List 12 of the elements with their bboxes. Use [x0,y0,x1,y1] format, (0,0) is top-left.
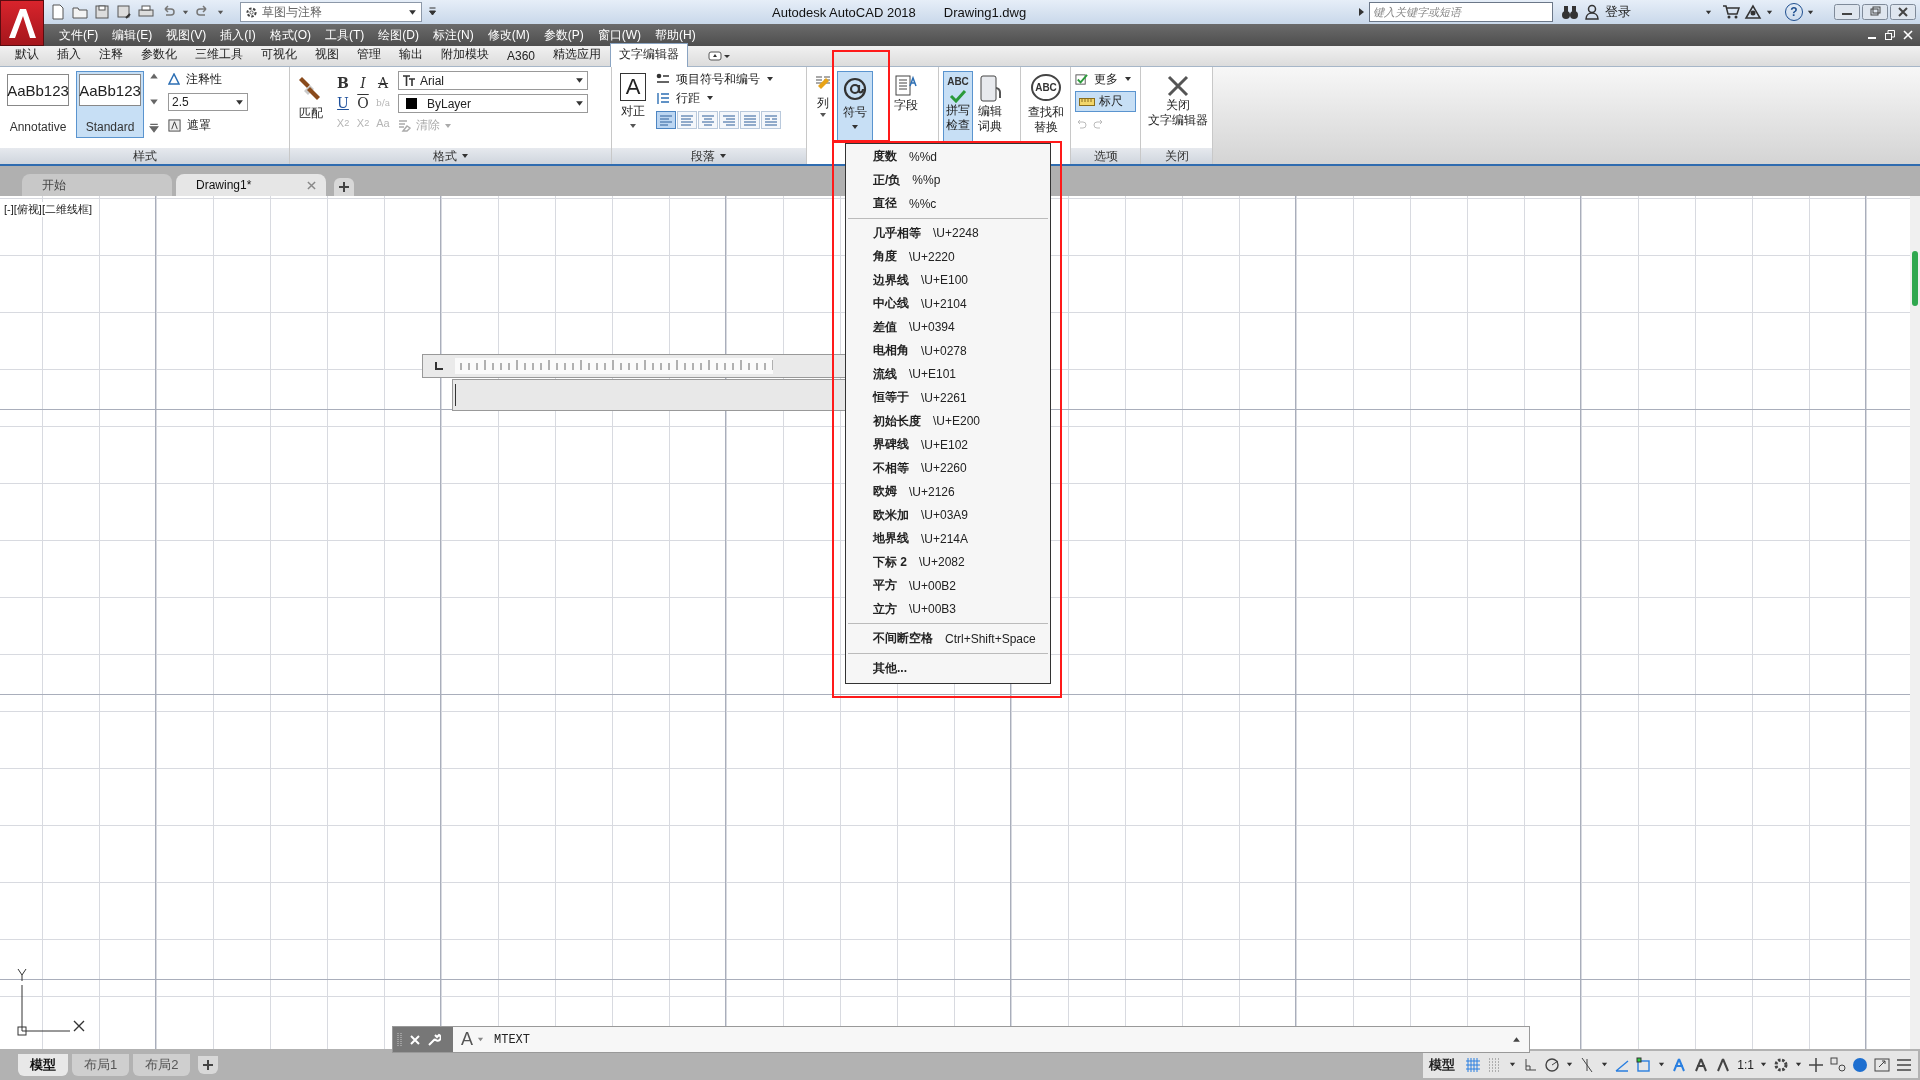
workspace-name: 草图与注释 [262,3,323,21]
style-sample: AaBb123 [7,74,69,106]
style-name: Annotative [9,120,67,134]
justify-glyph: A [620,73,646,101]
file-name: Drawing1.dwg [943,4,1027,20]
window-title: Autodesk AutoCAD 2018 [772,4,916,20]
style-sample: AaBb123 [79,74,141,106]
style-name: Standard [85,120,135,134]
panel-title: 关闭 [1141,148,1212,164]
command-text: MTEXT [494,1032,531,1047]
panel-title: 样式 [0,148,289,164]
panel-title: 选项 [1071,148,1140,164]
